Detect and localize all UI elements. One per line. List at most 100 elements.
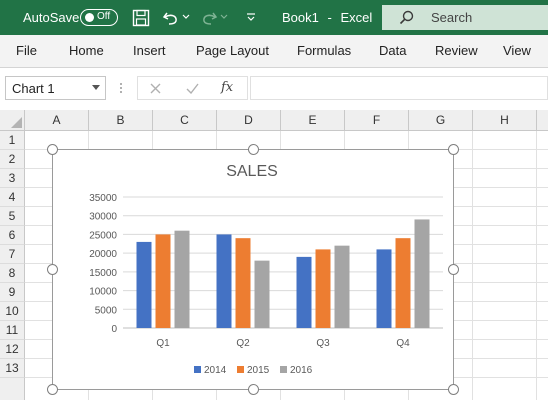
y-tick-label: 25000 [89,230,117,241]
sales-chart: SALES 0 5000 10000 15000 20000 25000 30000 3500… [89,163,443,376]
bar-2014-Q3[interactable] [296,256,312,328]
row-header-7[interactable]: 7 [0,245,25,264]
resize-handle-middle-right[interactable] [448,264,459,275]
column-header-a[interactable]: A [25,110,89,131]
x-tick-label: Q1 [156,338,170,349]
bar-2015-Q4[interactable] [395,238,411,328]
bar-2014-Q4[interactable] [376,249,392,328]
legend-label-2014[interactable]: 2014 [204,365,227,376]
chart-object[interactable]: SALES 0 5000 10000 15000 20000 25000 30000 3500… [52,149,454,390]
tab-review[interactable]: Review [435,43,478,58]
name-box-value: Chart 1 [12,81,55,96]
x-tick-label: Q4 [396,338,410,349]
y-tick-label: 0 [111,324,117,335]
column-header-h[interactable]: H [473,110,537,131]
bar-2015-Q3[interactable] [315,249,331,328]
y-tick-label: 5000 [95,305,118,316]
ribbon-tabs: File Home Insert Page Layout Formulas Da… [0,35,548,68]
name-box-dropdown-icon[interactable] [92,85,100,91]
column-header-b[interactable]: B [89,110,153,131]
chart-title[interactable]: SALES [226,163,278,180]
row-headers: 1 2 3 4 5 6 7 8 9 10 11 12 13 [0,110,25,400]
resize-handle-top-right[interactable] [448,144,459,155]
resize-handle-bottom-right[interactable] [448,384,459,395]
x-tick-label: Q2 [236,338,250,349]
row-header-4[interactable]: 4 [0,188,25,207]
legend-swatch-2015 [237,366,244,373]
save-icon[interactable] [132,9,150,27]
tab-formulas[interactable]: Formulas [297,43,351,58]
autosave-toggle[interactable]: Off [80,9,118,26]
title-separator: - [327,10,332,25]
tab-page-layout[interactable]: Page Layout [196,43,269,58]
column-headers: A B C D E F G H [0,110,548,131]
tab-view[interactable]: View [503,43,531,58]
bar-2016-Q3[interactable] [334,245,350,328]
row-header-9[interactable]: 9 [0,283,25,302]
legend-label-2015[interactable]: 2015 [247,365,270,376]
autosave-label: AutoSave [23,10,80,25]
resize-handle-top-center[interactable] [248,144,259,155]
legend-swatch-2016 [280,366,287,373]
autosave-state: Off [97,11,111,22]
row-header-8[interactable]: 8 [0,264,25,283]
resize-handle-top-left[interactable] [47,144,58,155]
row-header-12[interactable]: 12 [0,340,25,359]
toggle-knob [85,13,94,22]
document-title: Book1 - Excel [282,10,372,25]
search-box[interactable]: Search [382,5,548,30]
bar-2014-Q1[interactable] [136,241,152,328]
cancel-icon[interactable] [150,83,161,94]
name-box[interactable]: Chart 1 [5,76,106,100]
column-header-g[interactable]: G [409,110,473,131]
column-header-e[interactable]: E [281,110,345,131]
insert-function-icon[interactable]: fx [221,80,233,95]
bar-2015-Q2[interactable] [235,238,251,328]
app-name: Excel [340,10,373,25]
bar-2016-Q4[interactable] [414,219,430,328]
y-tick-label: 15000 [89,268,117,279]
x-tick-label: Q3 [316,338,330,349]
legend-label-2016[interactable]: 2016 [290,365,313,376]
redo-dropdown-icon[interactable] [220,13,228,21]
resize-handle-bottom-center[interactable] [248,384,259,395]
column-header-i[interactable] [537,110,548,131]
formula-bar: Chart 1 fx [0,68,548,111]
row-header-2[interactable]: 2 [0,150,25,169]
formula-input[interactable] [250,76,548,100]
customize-toolbar-icon[interactable] [246,11,256,23]
search-placeholder: Search [431,10,473,25]
resize-handle-middle-left[interactable] [47,264,58,275]
search-icon [399,10,414,25]
bar-2016-Q2[interactable] [254,260,270,328]
tab-home[interactable]: Home [69,43,104,58]
resize-handle-bottom-left[interactable] [47,384,58,395]
row-header-14[interactable] [0,378,25,400]
row-header-13[interactable]: 13 [0,359,25,378]
column-header-c[interactable]: C [153,110,217,131]
legend-swatch-2014 [194,366,201,373]
undo-icon[interactable] [162,9,180,27]
column-header-d[interactable]: D [217,110,281,131]
enter-icon[interactable] [186,83,199,94]
tab-file[interactable]: File [16,43,37,58]
row-header-6[interactable]: 6 [0,226,25,245]
column-header-f[interactable]: F [345,110,409,131]
redo-icon[interactable] [200,9,218,27]
row-header-11[interactable]: 11 [0,321,25,340]
undo-dropdown-icon[interactable] [182,13,190,21]
bar-2014-Q2[interactable] [216,234,232,328]
title-bar: AutoSave Off Book1 - Excel Search [0,0,548,35]
tab-insert[interactable]: Insert [133,43,166,58]
tab-data[interactable]: Data [379,43,406,58]
row-header-10[interactable]: 10 [0,302,25,321]
bar-2016-Q1[interactable] [174,230,190,328]
row-header-3[interactable]: 3 [0,169,25,188]
more-options-icon[interactable] [119,82,123,94]
bar-2015-Q1[interactable] [155,234,171,328]
row-header-5[interactable]: 5 [0,207,25,226]
y-tick-label: 30000 [89,212,117,223]
row-header-1[interactable]: 1 [0,131,25,150]
formula-controls: fx [137,76,248,100]
document-name: Book1 [282,10,319,25]
